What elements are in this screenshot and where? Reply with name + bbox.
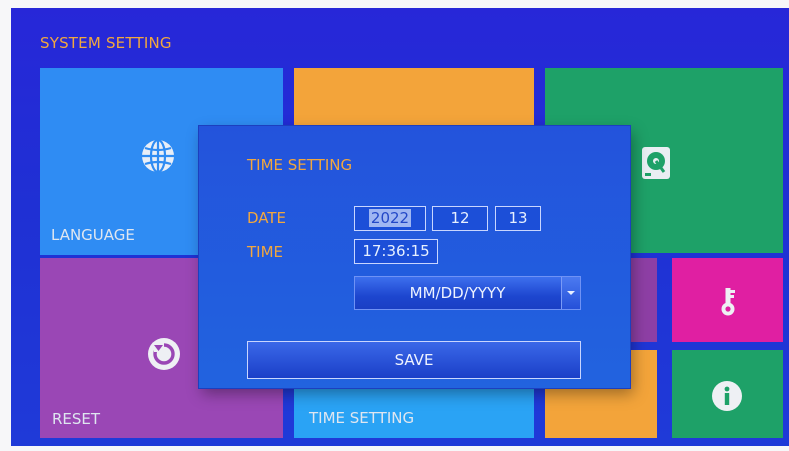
hard-disk-icon [640,146,672,184]
save-button[interactable]: SAVE [247,341,581,379]
dialog-title: TIME SETTING [247,156,353,174]
date-day-field[interactable]: 13 [495,206,541,231]
date-format-select[interactable]: MM/DD/YYYY [354,276,581,310]
key-icon [719,286,737,320]
time-field[interactable]: 17:36:15 [354,239,438,264]
tile-label-reset: RESET [52,410,101,428]
system-setting-panel: SYSTEM SETTING LANGUAGE RESET TIME SETTI… [11,8,789,446]
tile-label-time-setting: TIME SETTING [309,409,415,427]
time-setting-dialog: TIME SETTING DATE 2022 12 13 TIME 17:36:… [199,126,630,388]
tile-label-language: LANGUAGE [51,226,135,244]
tile-password[interactable] [672,258,783,342]
reset-icon [146,336,182,376]
time-label: TIME [247,243,284,261]
date-month-field[interactable]: 12 [432,206,488,231]
date-format-value: MM/DD/YYYY [409,284,506,302]
globe-icon [140,138,176,178]
date-year-field[interactable]: 2022 [354,206,426,231]
page-title: SYSTEM SETTING [40,34,172,52]
tile-info[interactable] [672,350,783,438]
chevron-down-icon[interactable] [561,277,580,309]
screen: SYSTEM SETTING LANGUAGE RESET TIME SETTI… [0,0,789,451]
date-label: DATE [247,209,287,227]
date-year-value: 2022 [368,209,412,227]
info-icon [711,380,743,416]
